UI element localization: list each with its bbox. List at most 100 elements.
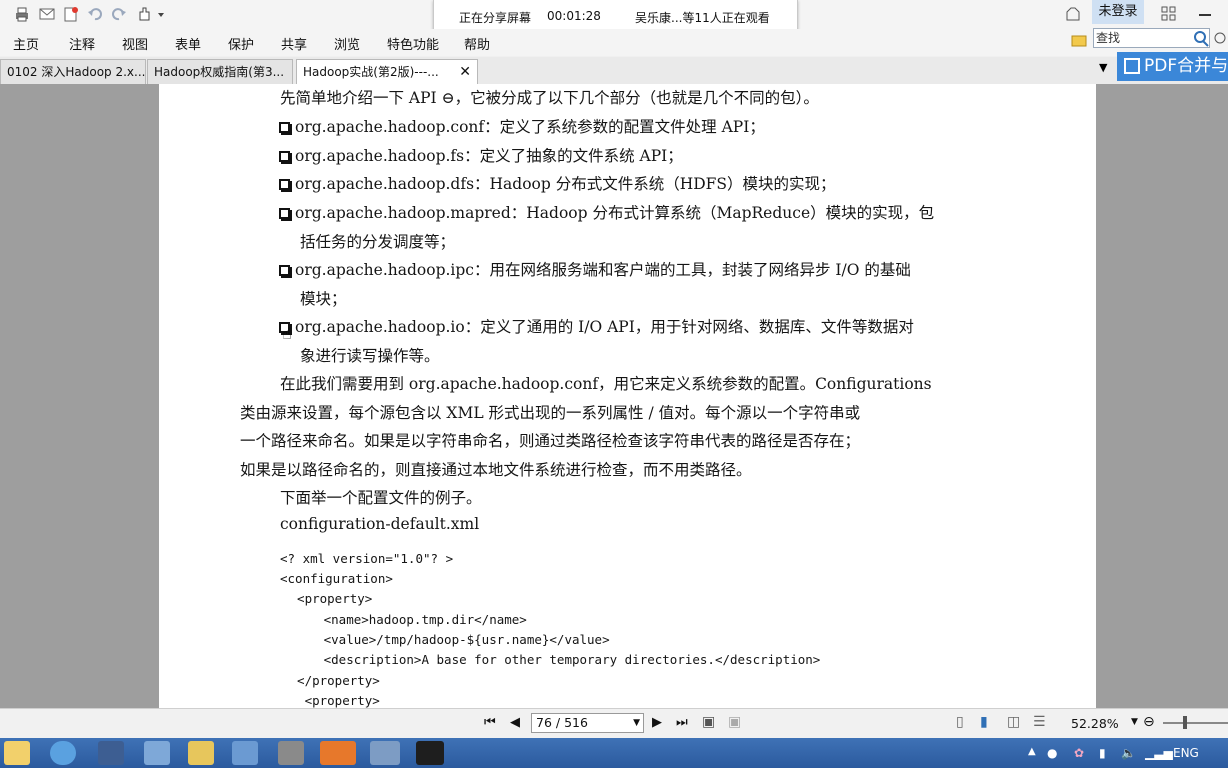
menu-annotate[interactable]: 注释: [69, 34, 95, 53]
menu-help[interactable]: 帮助: [464, 34, 490, 53]
code-line: <value>/tmp/hadoop-${usr.name}</value>: [286, 632, 610, 647]
tab-label: Hadoop实战(第2版)---...: [303, 65, 439, 79]
page-dropdown-icon[interactable]: ▼: [633, 714, 640, 732]
zoom-slider-handle[interactable]: [1183, 716, 1187, 729]
page-indicator: 76 / 516: [536, 715, 588, 730]
single-view-icon[interactable]: ▯: [956, 714, 964, 730]
bullet-continuation: 象进行读写操作等。: [300, 347, 440, 365]
email-icon[interactable]: [38, 5, 56, 23]
share-viewers: 吴乐康...等11人正在观看: [635, 11, 770, 25]
checkbox-bullet-icon: [279, 208, 290, 219]
last-page-icon[interactable]: ⏭: [676, 715, 688, 730]
ide-app-icon[interactable]: [416, 741, 444, 765]
new-document-icon[interactable]: [62, 5, 80, 23]
facing-view-icon[interactable]: ☰: [1033, 714, 1046, 730]
print-icon[interactable]: [13, 5, 31, 23]
search-icon[interactable]: [1192, 30, 1210, 48]
menu-home[interactable]: 主页: [13, 34, 39, 53]
close-tab-icon[interactable]: ✕: [459, 60, 471, 84]
tab-label: Hadoop权威指南(第3...: [154, 65, 285, 79]
login-button[interactable]: 未登录: [1092, 0, 1144, 24]
code-line: <name>hadoop.tmp.dir</name>: [286, 612, 527, 627]
hand-tool-icon[interactable]: [136, 5, 164, 23]
body-paragraph-line: 如果是以路径命名的，则直接通过本地文件系统进行检查，而不用类路径。: [240, 461, 752, 479]
zoom-slider[interactable]: [1163, 716, 1228, 729]
bullet-item: org.apache.hadoop.mapred：Hadoop 分布式计算系统（…: [279, 201, 934, 223]
minimize-icon[interactable]: [1196, 5, 1214, 23]
mouse-cursor-icon: ☝: [282, 324, 292, 343]
signal-icon[interactable]: ▁▃▅: [1145, 746, 1173, 760]
share-timer: 00:01:28: [547, 9, 601, 23]
next-page-icon[interactable]: ▶: [652, 715, 662, 730]
first-page-icon[interactable]: ⏮: [484, 715, 496, 730]
document-viewer[interactable]: 先简单地介绍一下 API ⊖，它被分成了以下几个部分（也就是几个不同的包）。 o…: [0, 84, 1228, 708]
redo-icon[interactable]: [110, 5, 128, 23]
notes-app-icon[interactable]: [4, 741, 30, 765]
two-page-view-icon[interactable]: ◫: [1007, 714, 1020, 730]
bullet-continuation: 模块；: [300, 290, 347, 308]
flower-icon[interactable]: ✿: [1074, 746, 1084, 760]
grid-icon[interactable]: [1160, 5, 1178, 23]
rotate-icon[interactable]: ▣: [728, 714, 741, 730]
status-bar: ⏮ ◀ 76 / 516 ▼ ▶ ⏭ ▣ ▣ ▯ ▮ ◫ ☰ 52.28% ▼ ⊖: [0, 708, 1228, 739]
checkbox-bullet-icon: [279, 265, 290, 276]
prev-page-icon[interactable]: ◀: [510, 715, 520, 730]
bullet-item: org.apache.hadoop.conf：定义了系统参数的配置文件处理 AP…: [279, 115, 765, 137]
code-line: </property>: [282, 673, 380, 688]
example-intro: 下面举一个配置文件的例子。: [280, 489, 482, 507]
config-filename: configuration-default.xml: [280, 515, 480, 533]
volume-icon[interactable]: 🔈: [1121, 746, 1136, 760]
tray-app-icon[interactable]: ▮: [1099, 746, 1106, 760]
code-line: <property>: [282, 591, 373, 606]
skin-icon[interactable]: [1064, 5, 1082, 23]
menu-share[interactable]: 共享: [281, 34, 307, 53]
network-app-icon[interactable]: [278, 741, 304, 765]
tray-expand-icon[interactable]: ▲: [1028, 746, 1036, 757]
tab-list-dropdown-icon[interactable]: ▼: [1099, 61, 1107, 74]
page-number-field[interactable]: 76 / 516 ▼: [531, 713, 644, 733]
merge-icon: [1124, 58, 1140, 74]
tab-document-2[interactable]: Hadoop权威指南(第3...: [147, 59, 293, 84]
screen-share-banner: 正在分享屏幕 00:01:28 吴乐康...等11人正在观看: [433, 0, 798, 32]
menu-protect[interactable]: 保护: [228, 34, 254, 53]
pdf-merge-button[interactable]: PDF合并与: [1117, 52, 1228, 81]
menu-browse[interactable]: 浏览: [334, 34, 360, 53]
menu-form[interactable]: 表单: [175, 34, 201, 53]
zoom-dropdown-icon[interactable]: ▼: [1131, 717, 1138, 727]
single-page-icon[interactable]: ▣: [702, 714, 715, 730]
book-app-icon[interactable]: [98, 741, 124, 765]
checkbox-bullet-icon: [279, 179, 290, 190]
menu-view[interactable]: 视图: [122, 34, 148, 53]
reader-app-icon[interactable]: [320, 741, 356, 765]
bullet-item: org.apache.hadoop.ipc：用在网络服务端和客户端的工具，封装了…: [279, 258, 911, 280]
tab-document-1[interactable]: 0102 深入Hadoop 2.x...: [0, 59, 146, 84]
code-line: <configuration>: [280, 571, 393, 586]
zoom-level[interactable]: 52.28%: [1071, 716, 1119, 731]
monitor-app-icon[interactable]: [370, 741, 400, 765]
menu-bar: 主页 注释 视图 表单 保护 共享 浏览 特色功能 帮助: [0, 29, 1228, 56]
share-status: 正在分享屏幕: [459, 11, 532, 25]
language-indicator[interactable]: ENG: [1173, 746, 1199, 760]
body-paragraph-line: 一个路径来命名。如果是以字符串命名，则通过类路径检查该字符串代表的路径是否存在；: [240, 432, 861, 450]
folder-search-icon[interactable]: [1070, 31, 1088, 49]
tab-document-3[interactable]: Hadoop实战(第2版)---... ✕: [296, 59, 478, 85]
intro-line: 先简单地介绍一下 API ⊖，它被分成了以下几个部分（也就是几个不同的包）。: [280, 89, 819, 107]
undo-icon[interactable]: [86, 5, 104, 23]
zoom-out-icon[interactable]: ⊖: [1143, 714, 1155, 730]
continuous-view-icon[interactable]: ▮: [980, 714, 988, 730]
bullet-item: org.apache.hadoop.io：定义了通用的 I/O API，用于针对…: [279, 315, 914, 337]
menu-features[interactable]: 特色功能: [387, 34, 439, 53]
browser-app-icon[interactable]: [50, 741, 76, 765]
qq-icon[interactable]: ●: [1047, 746, 1057, 760]
remote-app-icon[interactable]: [232, 741, 258, 765]
paint-app-icon[interactable]: [144, 741, 170, 765]
code-line: <description>A base for other temporary …: [286, 652, 821, 667]
document-tab-bar: 0102 深入Hadoop 2.x... Hadoop权威指南(第3... Ha…: [0, 57, 1228, 85]
explorer-app-icon[interactable]: [188, 741, 214, 765]
checkbox-bullet-icon: [279, 151, 290, 162]
quick-access-toolbar: 正在分享屏幕 00:01:28 吴乐康...等11人正在观看 未登录: [0, 0, 1228, 32]
more-icon[interactable]: [1214, 30, 1228, 48]
code-line: <property>: [282, 693, 380, 708]
bullet-continuation: 括任务的分发调度等；: [300, 233, 456, 251]
bullet-item: org.apache.hadoop.fs：定义了抽象的文件系统 API；: [279, 144, 683, 166]
